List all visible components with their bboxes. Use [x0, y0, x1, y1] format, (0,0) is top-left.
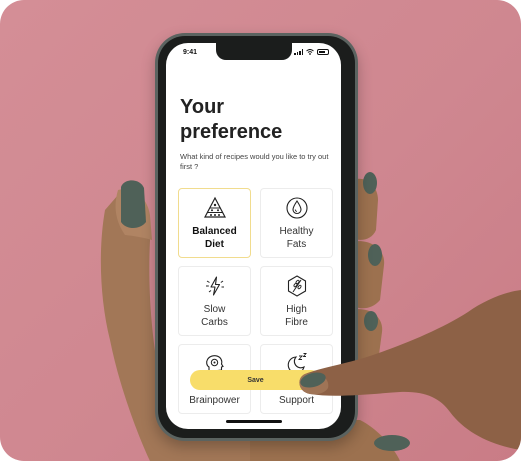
home-indicator: [226, 420, 282, 423]
option-card-healthy-fats[interactable]: Healthy Fats: [260, 188, 333, 258]
option-label: Balanced Diet: [192, 226, 237, 250]
product-mockup-scene: 9:41 Your preference What kind of recipe…: [0, 0, 521, 461]
wheat-icon: [287, 275, 306, 297]
option-card-balanced-diet[interactable]: Balanced Diet: [178, 188, 251, 258]
oil-drop-icon: [285, 197, 308, 219]
save-button[interactable]: Save: [190, 370, 321, 390]
option-label: Healthy Fats: [279, 226, 314, 250]
page-subtitle: What kind of recipes would you like to t…: [180, 152, 329, 171]
option-label: High Fibre: [285, 304, 308, 328]
page-title: Your preference: [180, 96, 283, 143]
phone-notch: [216, 43, 292, 60]
lightning-icon: [205, 276, 224, 296]
cellular-signal-icon: [294, 49, 303, 55]
status-icons: [294, 49, 329, 55]
wifi-icon: [306, 49, 314, 55]
option-card-slow-carbs[interactable]: Slow Carbs: [178, 266, 251, 336]
battery-icon: [317, 49, 329, 55]
status-time: 9:41: [183, 49, 198, 56]
food-pyramid-icon: [203, 196, 226, 218]
phone-device: 9:41 Your preference What kind of recipe…: [155, 33, 358, 441]
phone-screen: 9:41 Your preference What kind of recipe…: [166, 43, 341, 429]
option-card-high-fibre[interactable]: High Fibre: [260, 266, 333, 336]
option-label: Slow Carbs: [201, 304, 228, 328]
